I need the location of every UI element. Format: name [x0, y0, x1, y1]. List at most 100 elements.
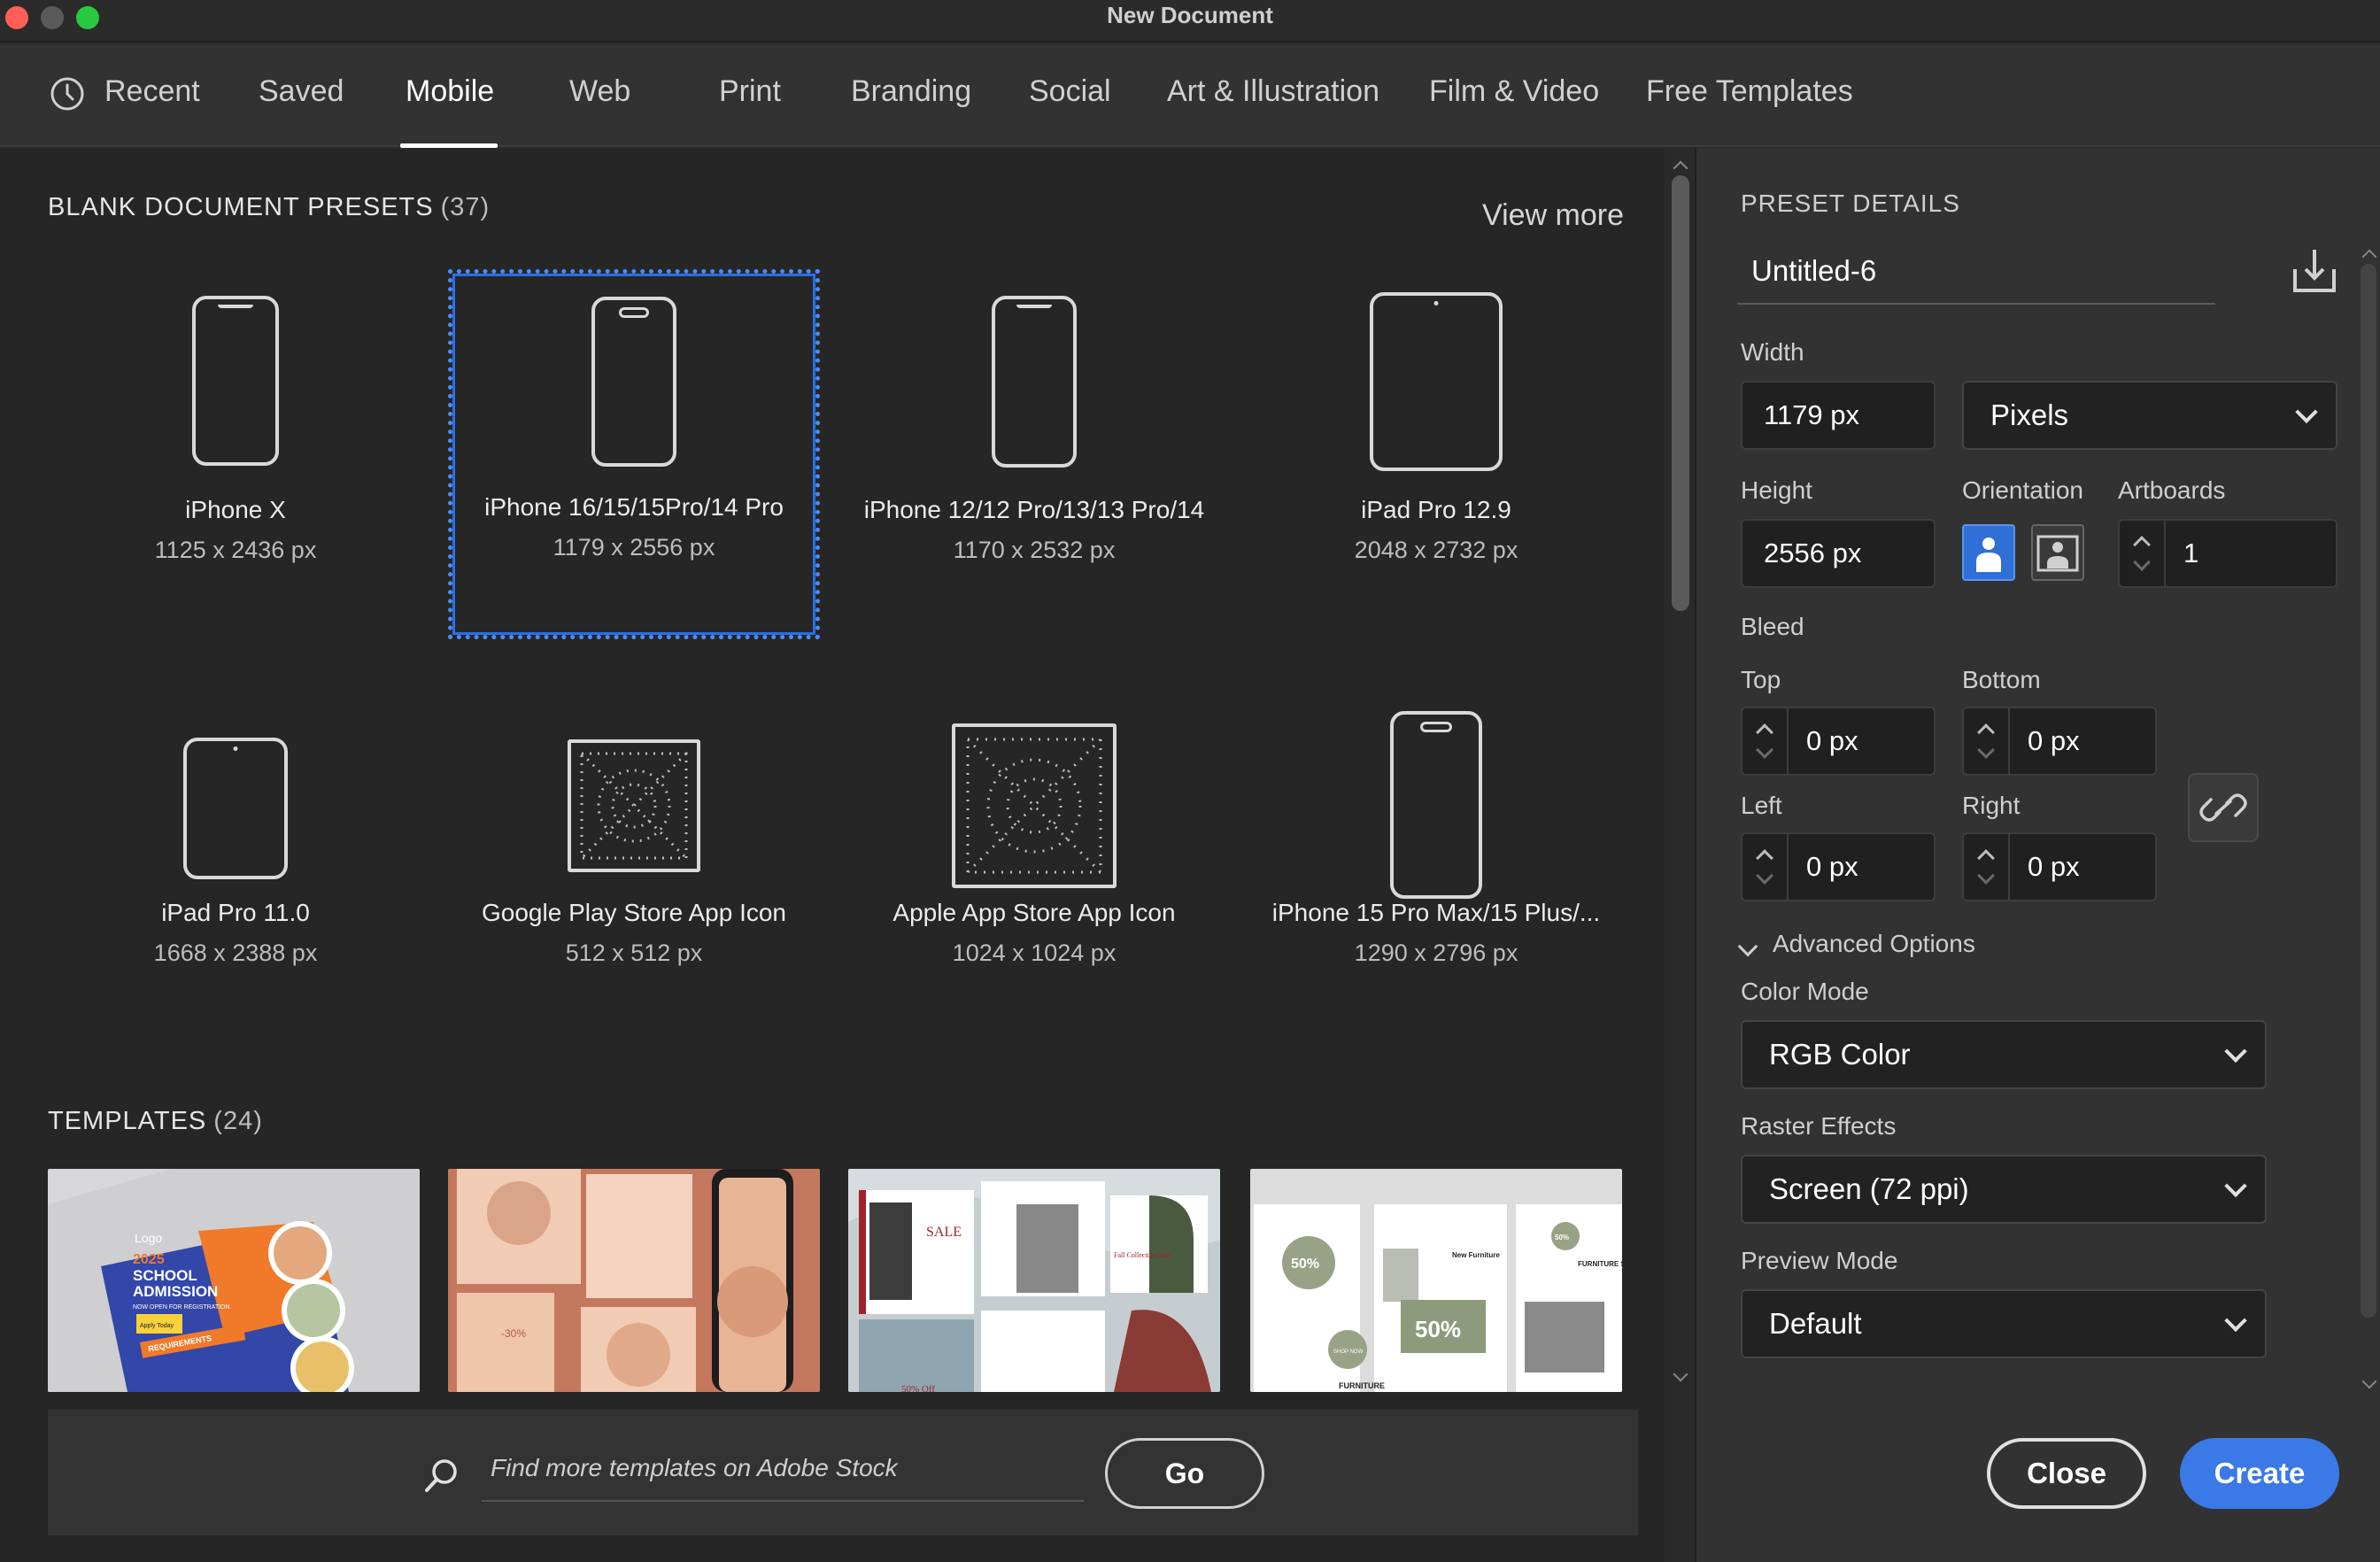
tab-free-templates[interactable]: Free Templates	[1646, 74, 1853, 109]
landscape-icon	[2036, 535, 2079, 572]
bleed-top-field[interactable]: 0 px	[1741, 707, 1936, 776]
chevron-down-icon	[2224, 1174, 2247, 1198]
stepper-up-icon[interactable]	[1756, 723, 1773, 741]
template-thumbnail[interactable]: SALE Fall Collection Sale 50% Off	[848, 1169, 1220, 1392]
artboards-label: Artboards	[2118, 476, 2226, 504]
scroll-up-arrow-icon[interactable]	[2361, 249, 2377, 265]
template-thumbnail[interactable]: -30%	[448, 1169, 820, 1392]
bleed-bottom-stepper[interactable]	[1964, 708, 2010, 774]
unit-select[interactable]: Pixels	[1962, 381, 2338, 450]
link-bleed-button[interactable]	[2188, 773, 2259, 842]
stepper-up-icon[interactable]	[1756, 849, 1773, 867]
portrait-orientation-button[interactable]	[1962, 524, 2015, 581]
portrait-icon	[1976, 537, 2001, 572]
stepper-down-icon[interactable]	[1977, 741, 1995, 759]
tab-branding[interactable]: Branding	[851, 74, 971, 109]
go-button[interactable]: Go	[1105, 1438, 1264, 1509]
scroll-up-arrow-icon[interactable]	[1673, 160, 1688, 176]
color-mode-label: Color Mode	[1741, 978, 1869, 1005]
preset-name: iPad Pro 12.9	[1361, 496, 1511, 523]
app-icon-grid	[952, 723, 1117, 888]
width-field[interactable]: 1179 px	[1741, 381, 1936, 450]
bleed-top-value: 0 px	[1806, 725, 1858, 756]
artboards-field[interactable]: 1	[2118, 519, 2338, 588]
preset-card-selected[interactable]: iPhone 16/15/15Pro/14 Pro 1179 x 2556 px	[448, 269, 820, 639]
preset-details-panel: PRESET DETAILS Untitled-6 Width 1179 px …	[1695, 149, 2380, 1562]
app-icon-grid	[568, 739, 700, 872]
presets-count: (37)	[440, 193, 491, 221]
scroll-thumb[interactable]	[1672, 175, 1689, 611]
bleed-left-field[interactable]: 0 px	[1741, 832, 1936, 901]
preset-card[interactable]: Apple App Store App Icon 1024 x 1024 px	[848, 676, 1220, 1046]
landscape-orientation-button[interactable]	[2031, 524, 2084, 581]
tab-film-video[interactable]: Film & Video	[1429, 74, 1599, 109]
preview-mode-label: Preview Mode	[1741, 1247, 1898, 1274]
stepper-up-icon[interactable]	[2133, 536, 2151, 553]
tab-social[interactable]: Social	[1029, 74, 1111, 109]
scroll-down-arrow-icon[interactable]	[2361, 1373, 2377, 1389]
preset-card[interactable]: iPhone 15 Pro Max/15 Plus/... 1290 x 279…	[1250, 676, 1622, 1046]
presets-scrollbar[interactable]	[1668, 158, 1693, 1390]
preset-card[interactable]: iPad Pro 12.9 2048 x 2732 px	[1250, 273, 1622, 643]
stepper-down-icon[interactable]	[1756, 741, 1773, 759]
tab-recent[interactable]: Recent	[104, 74, 200, 109]
template-school-text: SCHOOL	[133, 1267, 197, 1284]
preset-card[interactable]: Google Play Store App Icon 512 x 512 px	[448, 676, 820, 1046]
bleed-right-stepper[interactable]	[1964, 834, 2010, 900]
template-thumbnail[interactable]: 50% New Furniture 50% 50% FURNITURE SALE…	[1250, 1169, 1622, 1392]
preview-mode-select[interactable]: Default	[1741, 1289, 2267, 1358]
preset-card[interactable]: iPad Pro 11.0 1668 x 2388 px	[50, 676, 421, 1046]
bleed-top-stepper[interactable]	[1742, 708, 1789, 774]
stepper-down-icon[interactable]	[2133, 553, 2151, 571]
artboards-stepper[interactable]	[2120, 521, 2166, 586]
tab-print[interactable]: Print	[719, 74, 781, 109]
orientation-label: Orientation	[1962, 476, 2083, 504]
search-icon	[425, 1459, 457, 1492]
raster-effects-select[interactable]: Screen (72 ppi)	[1741, 1155, 2267, 1224]
stepper-up-icon[interactable]	[1977, 849, 1995, 867]
color-mode-select[interactable]: RGB Color	[1741, 1020, 2267, 1089]
artboards-value: 1	[2183, 537, 2199, 568]
presets-section-title: BLANK DOCUMENT PRESETS (37)	[48, 193, 490, 222]
scroll-thumb[interactable]	[2361, 264, 2376, 1318]
tab-web[interactable]: Web	[569, 74, 630, 109]
document-name-field[interactable]: Untitled-6	[1737, 237, 2215, 305]
close-button[interactable]: Close	[1987, 1438, 2146, 1509]
view-more-link[interactable]: View more	[1482, 198, 1624, 233]
spa-template-image: -30%	[448, 1169, 820, 1392]
tab-mobile[interactable]: Mobile	[406, 74, 494, 109]
save-preset-icon[interactable]	[2290, 246, 2339, 296]
preset-name: iPhone 12/12 Pro/13/13 Pro/14	[863, 496, 1205, 523]
stepper-down-icon[interactable]	[1977, 867, 1995, 885]
preset-size: 1668 x 2388 px	[153, 940, 318, 966]
template-big-fifty-text: 50%	[1415, 1316, 1461, 1342]
create-button[interactable]: Create	[2180, 1438, 2339, 1509]
fashion-sale-template-image: SALE Fall Collection Sale 50% Off	[848, 1169, 1220, 1392]
preview-mode-value: Default	[1769, 1307, 1862, 1340]
height-field[interactable]: 2556 px	[1741, 519, 1936, 588]
templates-title-text: TEMPLATES	[48, 1107, 207, 1135]
tab-saved[interactable]: Saved	[259, 74, 344, 109]
color-mode-value: RGB Color	[1769, 1038, 1911, 1071]
preset-size: 512 x 512 px	[565, 940, 703, 966]
preset-card[interactable]: iPhone X 1125 x 2436 px	[50, 273, 421, 643]
bleed-label: Bleed	[1741, 613, 1804, 640]
advanced-options-toggle[interactable]: Advanced Options	[1773, 930, 1975, 958]
template-furniture-sale-text: FURNITURE SALE	[1578, 1260, 1622, 1268]
stepper-down-icon[interactable]	[1756, 867, 1773, 885]
stepper-up-icon[interactable]	[1977, 723, 1995, 741]
template-thumbnail[interactable]: Logo 2025 SCHOOL ADMISSION NOW OPEN FOR …	[48, 1169, 420, 1392]
bleed-bottom-field[interactable]: 0 px	[1962, 707, 2157, 776]
preset-name: iPhone X	[185, 496, 286, 523]
preset-card[interactable]: iPhone 12/12 Pro/13/13 Pro/14 1170 x 253…	[848, 273, 1220, 643]
bleed-right-field[interactable]: 0 px	[1962, 832, 2157, 901]
phone-island-icon	[1390, 711, 1482, 899]
scroll-down-arrow-icon[interactable]	[1673, 1366, 1688, 1382]
details-scrollbar[interactable]	[2357, 246, 2380, 1397]
tablet-icon	[183, 738, 288, 879]
bleed-left-stepper[interactable]	[1742, 834, 1789, 900]
tab-art-illustration[interactable]: Art & Illustration	[1167, 74, 1379, 109]
presets-title-text: BLANK DOCUMENT PRESETS	[48, 193, 434, 221]
advanced-options-chevron-icon[interactable]	[1737, 936, 1758, 957]
stock-search-input[interactable]	[482, 1436, 1084, 1502]
